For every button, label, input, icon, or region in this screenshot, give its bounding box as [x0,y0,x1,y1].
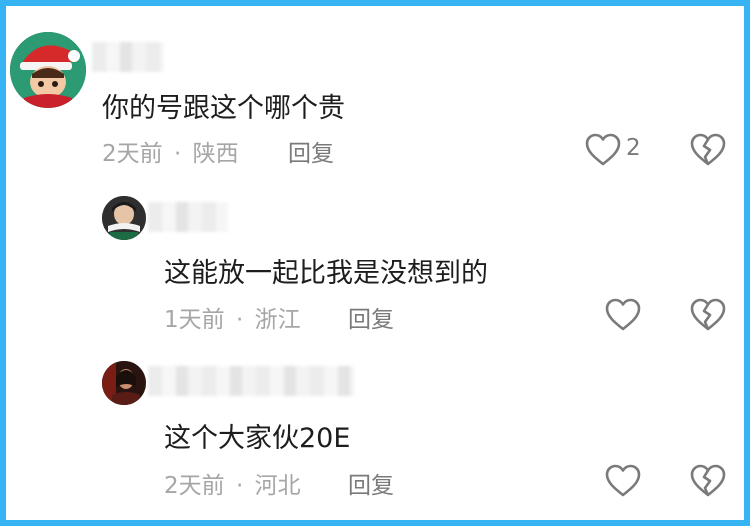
comment-text: 这个大家伙20E [164,423,351,454]
like-count: 2 [626,135,641,161]
avatar-image [10,32,86,108]
reply-button[interactable]: 回复 [348,466,394,500]
broken-heart-icon [690,298,726,331]
dislike-button[interactable] [689,297,727,333]
avatar-image [102,196,146,240]
like-button[interactable] [604,463,642,499]
heart-outline-icon [605,298,641,331]
reply-button[interactable]: 回复 [288,134,334,168]
comment-panel: 你的号跟这个哪个贵 2天前 · 陕西 回复 2 这能放一起比我是没想到的 1天前… [0,0,750,526]
like-button[interactable] [604,297,642,333]
avatar-image [102,361,146,405]
dislike-button[interactable] [689,463,727,499]
comment-meta: 2天前 · 陕西 [102,134,239,168]
comment-text: 这能放一起比我是没想到的 [164,258,488,289]
comment-location: 河北 [254,473,301,499]
reply-button[interactable]: 回复 [348,300,394,334]
meta-separator: · [235,307,244,333]
comment-time: 1天前 [164,307,225,333]
comment-location: 陕西 [192,141,239,167]
comment-time: 2天前 [102,141,163,167]
heart-outline-icon [605,464,641,497]
heart-outline-icon [585,133,621,166]
username-redacted [92,42,164,72]
comment-meta: 1天前 · 浙江 [164,300,301,334]
dislike-button[interactable] [689,132,727,168]
avatar[interactable] [10,32,86,108]
meta-separator: · [173,141,182,167]
username-redacted [148,202,228,232]
comment-meta: 2天前 · 河北 [164,466,301,500]
like-button[interactable] [584,132,622,168]
comment-time: 2天前 [164,473,225,499]
username-redacted [148,366,354,396]
comment-text: 你的号跟这个哪个贵 [102,93,345,124]
avatar[interactable] [102,361,146,405]
comment-location: 浙江 [254,307,301,333]
broken-heart-icon [690,133,726,166]
broken-heart-icon [690,464,726,497]
avatar[interactable] [102,196,146,240]
meta-separator: · [235,473,244,499]
